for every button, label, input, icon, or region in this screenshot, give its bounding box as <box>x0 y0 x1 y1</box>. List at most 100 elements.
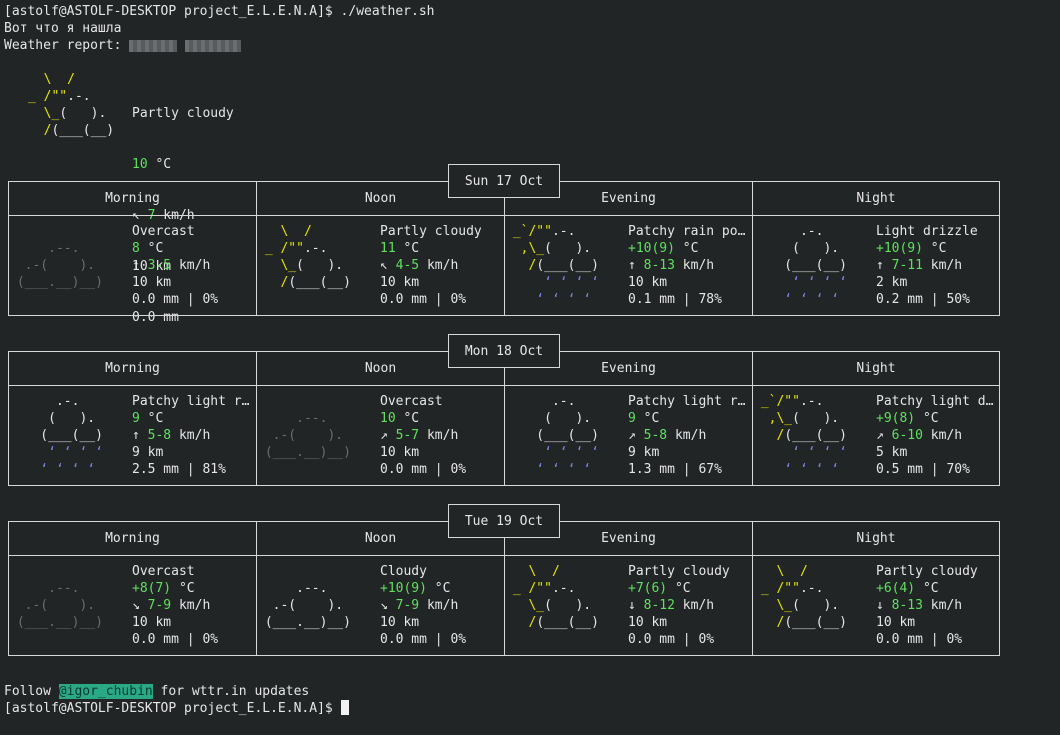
forecast-wind: ↗ 6-10 km/h <box>876 428 963 443</box>
prompt-line[interactable]: [astolf@ASTOLF-DESKTOP project_E.L.E.N.A… <box>4 700 349 717</box>
ascii-art-row: ‘ ‘ ‘ ‘ <box>9 445 111 460</box>
ascii-art-row: _ /"".-. <box>753 581 855 596</box>
ascii-art-row: /(___(__) <box>257 275 359 290</box>
ascii-art-row <box>9 224 124 241</box>
forecast-precipitation: 0.0 mm | 0% <box>132 632 219 647</box>
author-handle-link[interactable]: @igor_chubin <box>58 684 153 699</box>
ascii-art-row: _ /"".-. <box>28 89 122 104</box>
weather-ascii-art: _`/"".-. ,\_( ). /(___(__) ‘ ‘ ‘ ‘ ‘ ‘ ‘… <box>505 224 620 309</box>
ascii-art-row <box>257 394 372 411</box>
forecast-condition: Patchy light r… <box>628 394 746 409</box>
weather-ascii-art: .--. .-( ). (___.__)__) <box>9 224 124 292</box>
forecast-info: Overcast 10 °C ↗ 5-7 km/h 10 km 0.0 mm | 0% <box>380 394 503 479</box>
shell-prompt: [astolf@ASTOLF-DESKTOP project_E.L.E.N.A… <box>4 701 341 716</box>
forecast-condition: Overcast <box>132 224 195 239</box>
weather-ascii-art: .-. ( ). (___(__) ‘ ‘ ‘ ‘ ‘ ‘ ‘ ‘ <box>505 394 620 479</box>
forecast-condition: Partly cloudy <box>380 224 482 239</box>
forecast-cell: .-. ( ). (___(__) ‘ ‘ ‘ ‘ ‘ ‘ ‘ ‘ Patchy… <box>9 394 257 484</box>
forecast-wind: ↑ 5-8 km/h <box>132 428 211 443</box>
forecast-precipitation: 0.0 mm | 0% <box>876 632 963 647</box>
forecast-precipitation: 0.2 mm | 50% <box>876 292 970 307</box>
forecast-table: Morning Noon Evening Night .--. .-( ). (___… <box>8 181 1000 316</box>
ascii-art-row: _`/"".-. <box>753 394 855 409</box>
forecast-cell: \ / _ /"".-. \_( ). /(___(__) Partly clo… <box>257 224 505 314</box>
weather-ascii-art: .-. ( ). (___(__) ‘ ‘ ‘ ‘ ‘ ‘ ‘ ‘ <box>753 224 868 309</box>
forecast-temperature: 9 °C <box>628 411 660 426</box>
ascii-art-row: \_( ). <box>753 598 855 613</box>
current-condition: Partly cloudy <box>132 106 234 121</box>
ascii-art-row: _ /"".-. <box>257 241 359 256</box>
ascii-art-row: .-( ). <box>9 258 111 273</box>
period-header-night: Night <box>856 361 896 376</box>
forecast-cell: .-. ( ). (___(__) ‘ ‘ ‘ ‘ ‘ ‘ ‘ ‘ Light … <box>753 224 1001 314</box>
current-temperature: 10 °C <box>132 157 172 172</box>
ascii-art-row: /(___(__) <box>505 615 607 630</box>
current-weather-art: \ / _ /"".-. \_( ). /(___(__) <box>28 71 122 139</box>
forecast-info: Partly cloudy +6(4) °C ↓ 8-13 km/h 10 km 0.0… <box>876 564 999 649</box>
weather-ascii-art: .--. .-( ). (___.__)__) <box>9 564 124 632</box>
text-cursor <box>340 700 349 715</box>
ascii-art-row: _ /"".-. <box>505 581 607 596</box>
forecast-cell: .--. .-( ). (___.__)__) Cloudy +10(9) °C ↘… <box>257 564 505 654</box>
forecast-info: Cloudy +10(9) °C ↘ 7-9 km/h 10 km 0.0 mm | 0… <box>380 564 503 649</box>
forecast-visibility: 9 km <box>628 445 660 460</box>
report-label: Weather report: <box>4 38 130 53</box>
day-label: Tue 19 Oct <box>448 504 560 538</box>
period-header-morning: Morning <box>9 522 257 556</box>
footer-line: Follow @igor_chubin for wttr.in updates <box>4 684 310 699</box>
forecast-visibility: 10 km <box>380 275 420 290</box>
ascii-art-row: (___(__) <box>9 428 111 443</box>
weather-ascii-art: .--. .-( ). (___.__)__) <box>257 394 372 462</box>
forecast-table: Morning Noon Evening Night .-. ( ). (___(__… <box>8 351 1000 486</box>
forecast-temperature: 8 °C <box>132 241 164 256</box>
day-label: Sun 17 Oct <box>448 164 560 198</box>
ascii-art-row: .--. <box>9 241 111 256</box>
ascii-art-row: (___.__)__) <box>9 615 111 630</box>
forecast-info: Patchy rain po… +10(9) °C ↑ 8-13 km/h 10 km… <box>628 224 751 309</box>
ascii-art-row: /(___(__) <box>753 615 855 630</box>
forecast-temperature: +9(8) °C <box>876 411 939 426</box>
forecast-precipitation: 0.0 mm | 0% <box>380 462 467 477</box>
forecast-condition: Partly cloudy <box>628 564 730 579</box>
ascii-art-row: \_( ). <box>257 258 359 273</box>
forecast-cell: _`/"".-. ,\_( ). /(___(__) ‘ ‘ ‘ ‘ ‘ ‘ ‘… <box>505 224 753 314</box>
ascii-art-row: .-( ). <box>257 428 359 443</box>
forecast-wind: ↑ 3-5 km/h <box>132 258 211 273</box>
ascii-art-row: (___(__) <box>505 428 607 443</box>
period-header-night: Night <box>856 191 896 206</box>
weather-ascii-art: \ / _ /"".-. \_( ). /(___(__) <box>257 224 372 292</box>
forecast-cell: .-. ( ). (___(__) ‘ ‘ ‘ ‘ ‘ ‘ ‘ ‘ Patchy… <box>505 394 753 484</box>
ascii-art-row: \_( ). <box>505 598 607 613</box>
forecast-condition: Patchy rain po… <box>628 224 746 239</box>
forecast-cell: _`/"".-. ,\_( ). /(___(__) ‘ ‘ ‘ ‘ ‘ ‘ ‘… <box>753 394 1001 484</box>
greeting-text: Вот что я нашла <box>4 21 122 36</box>
weather-report-line: Weather report: <box>4 37 242 54</box>
ascii-art-row: ( ). <box>9 411 111 426</box>
forecast-condition: Overcast <box>132 564 195 579</box>
forecast-info: Partly cloudy 11 °C ↖ 4-5 km/h 10 km 0.0 mm … <box>380 224 503 309</box>
ascii-art-row: .--. <box>9 581 111 596</box>
forecast-condition: Patchy light d… <box>876 394 994 409</box>
ascii-art-row: ‘ ‘ ‘ ‘ <box>753 275 855 290</box>
ascii-art-row: ‘ ‘ ‘ ‘ <box>753 292 855 307</box>
forecast-temperature: +7(6) °C <box>628 581 691 596</box>
terminal-window[interactable]: [astolf@ASTOLF-DESKTOP project_E.L.E.N.A… <box>0 0 1060 735</box>
weather-ascii-art: \ / _ /"".-. \_( ). /(___(__) <box>505 564 620 632</box>
forecast-cell: .--. .-( ). (___.__)__) Overcast +8(7) °C… <box>9 564 257 654</box>
ascii-art-row: \_( ). <box>28 106 122 121</box>
forecast-visibility: 10 km <box>380 615 420 630</box>
ascii-art-row: ‘ ‘ ‘ ‘ <box>505 275 607 290</box>
forecast-cell: .--. .-( ). (___.__)__) Overcast 8 °C ↑ 3-… <box>9 224 257 314</box>
forecast-cell: \ / _ /"".-. \_( ). /(___(__) Partly clo… <box>505 564 753 654</box>
forecast-wind: ↑ 8-13 km/h <box>628 258 715 273</box>
forecast-temperature: 10 °C <box>380 411 420 426</box>
ascii-art-row <box>257 564 372 581</box>
ascii-art-row: .-. <box>9 394 111 409</box>
forecast-visibility: 10 km <box>628 275 668 290</box>
ascii-art-row: .--. <box>257 581 359 596</box>
ascii-art-row: /(___(__) <box>753 428 855 443</box>
forecast-wind: ↓ 8-13 km/h <box>876 598 963 613</box>
ascii-art-row: ‘ ‘ ‘ ‘ <box>505 462 607 477</box>
forecast-precipitation: 0.1 mm | 78% <box>628 292 722 307</box>
command-line: [astolf@ASTOLF-DESKTOP project_E.L.E.N.A… <box>4 4 435 19</box>
